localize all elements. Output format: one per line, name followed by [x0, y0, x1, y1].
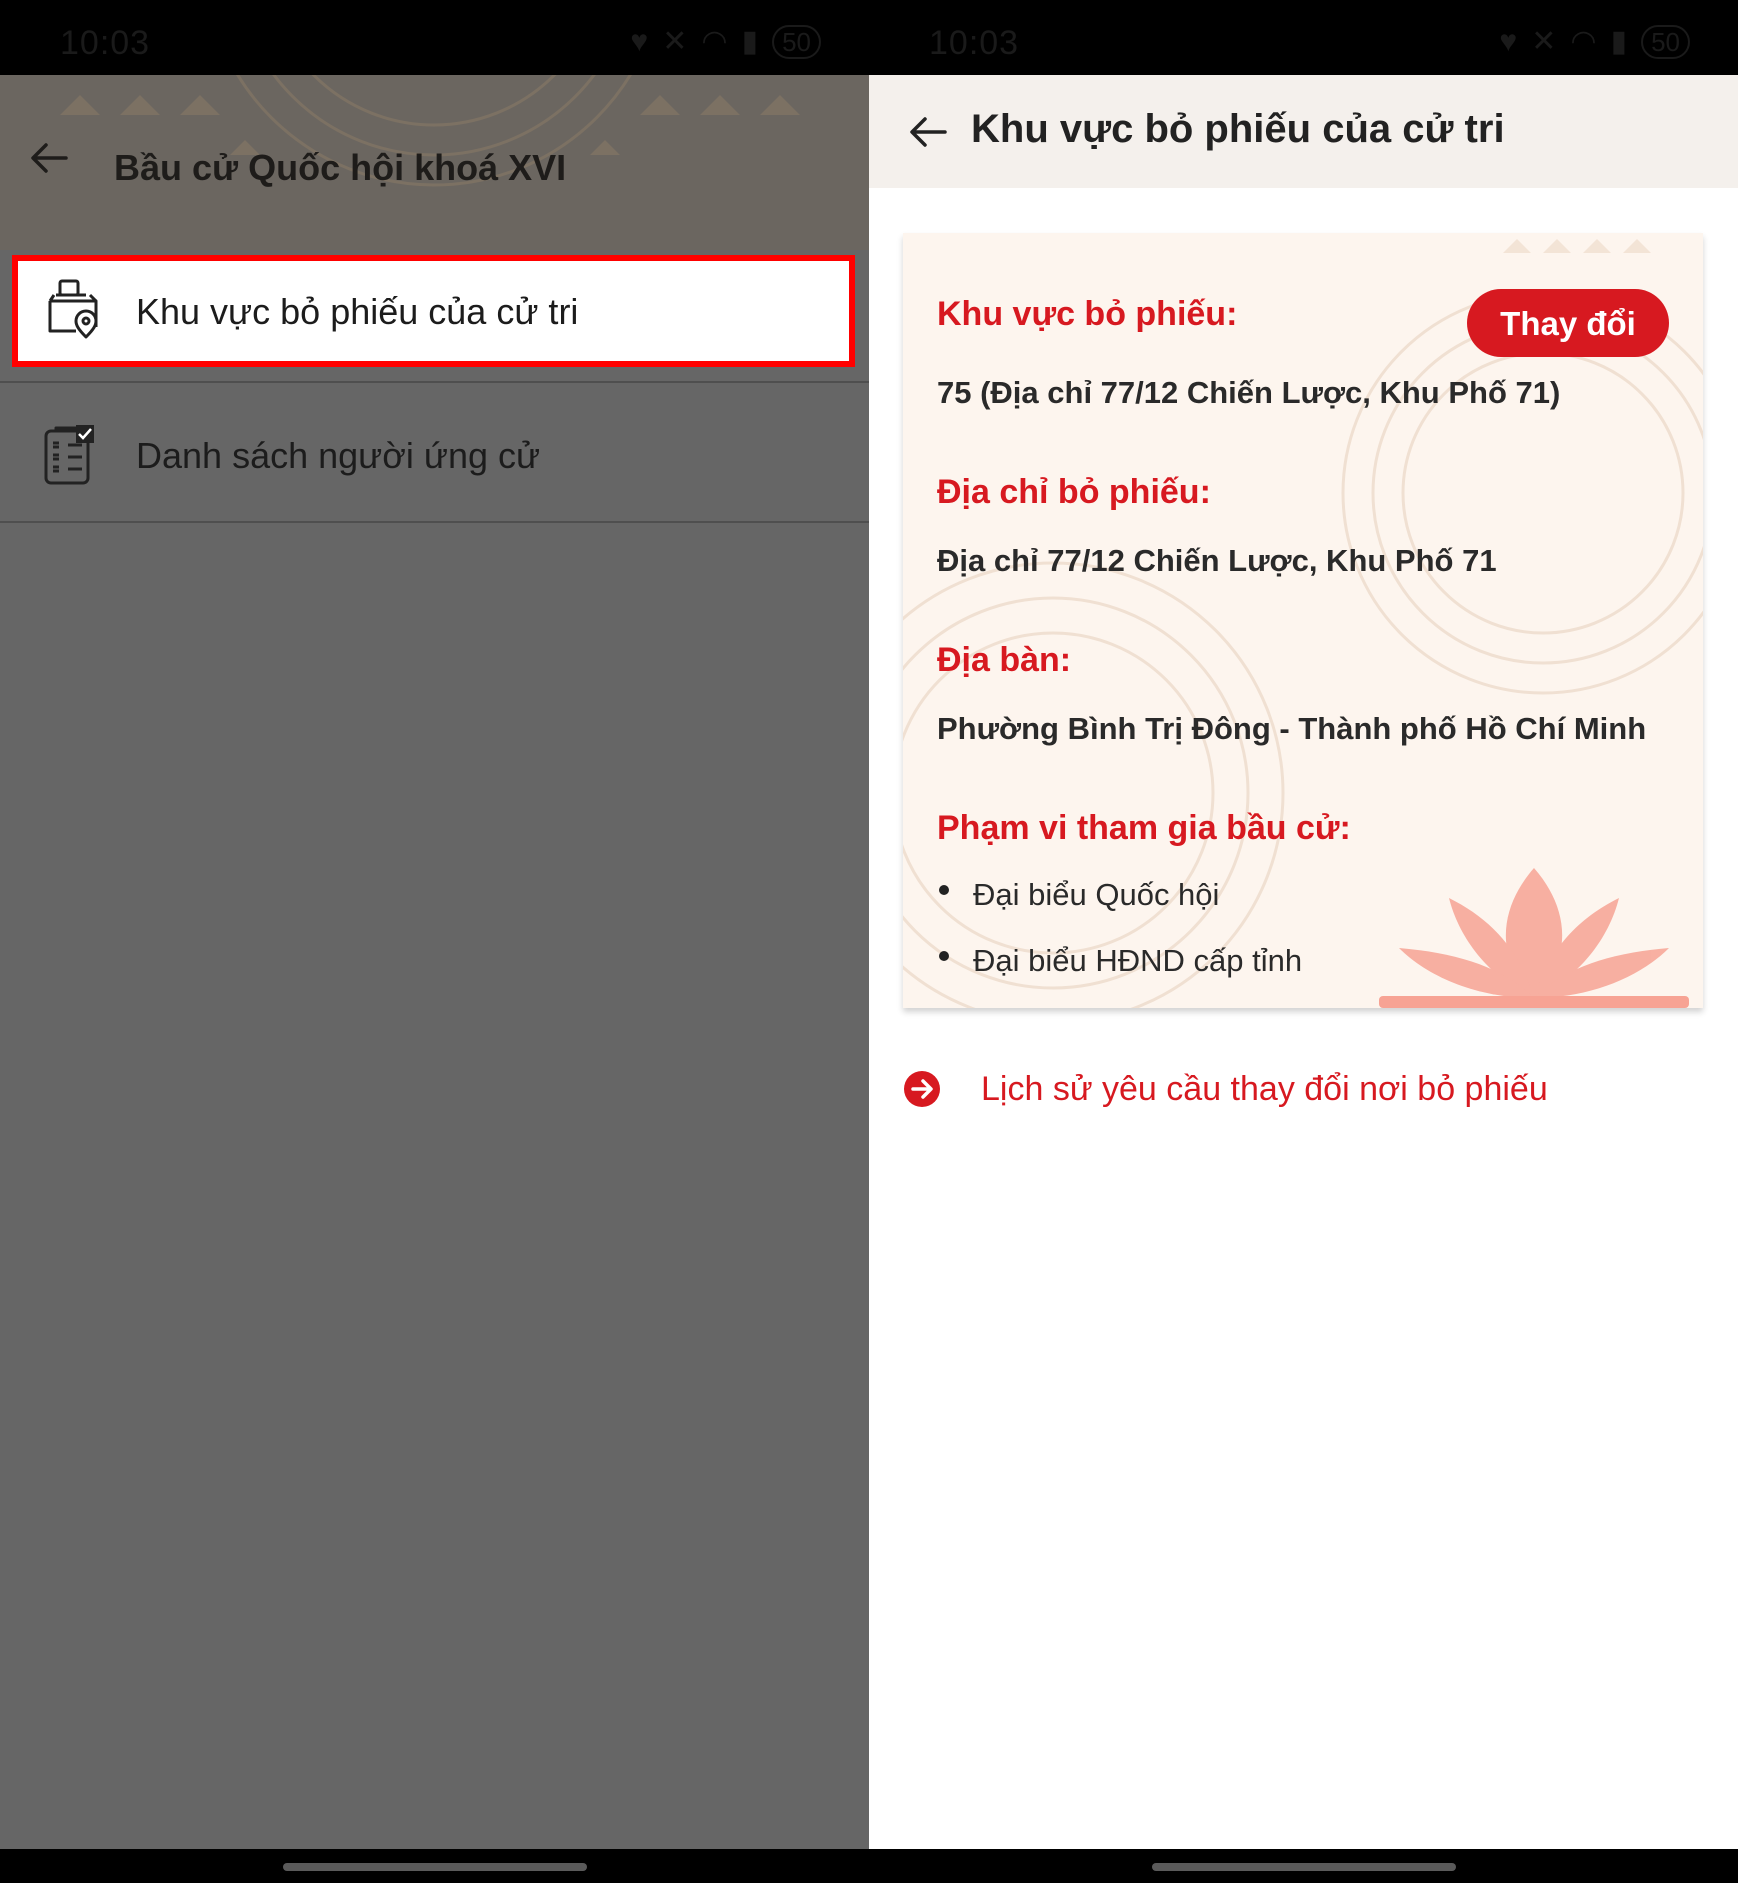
scope-item: Đại biểu HĐND cấp tỉnh: [973, 943, 1303, 978]
menu-label: Khu vực bỏ phiếu của cử tri: [136, 291, 579, 332]
back-arrow-icon[interactable]: [30, 141, 68, 175]
voting-info-card: Khu vực bỏ phiếu: Thay đổi 75 (Địa chỉ 7…: [903, 233, 1703, 1008]
voting-address-value: Địa chỉ 77/12 Chiến Lược, Khu Phố 71: [937, 543, 1497, 578]
status-icons: ♥ ✕ ◠ ▮ 50: [1499, 24, 1690, 59]
mute-icon: ✕: [1531, 25, 1557, 58]
left-header: Bầu cử Quốc hội khoá XVI: [0, 75, 869, 250]
scope-item: Đại biểu Quốc hội: [973, 877, 1220, 912]
page-title: Bầu cử Quốc hội khoá XVI: [114, 147, 567, 188]
voting-area-value: 75 (Địa chỉ 77/12 Chiến Lược, Khu Phố 71…: [937, 375, 1561, 410]
right-screen: 10:03 ♥ ✕ ◠ ▮ 50 Khu vực bỏ phiếu của cử…: [869, 0, 1738, 1883]
locality-value: Phường Bình Trị Đông - Thành phố Hồ Chí …: [937, 711, 1647, 746]
wifi-icon: ◠: [1570, 25, 1597, 58]
bullet-icon: [939, 885, 949, 895]
left-screen: 10:03 ♥ ✕ ◠ ▮ 50 Bầu cử Quốc hội khoá XV…: [0, 0, 869, 1883]
heart-icon: ♥: [630, 24, 649, 58]
history-link[interactable]: Lịch sử yêu cầu thay đổi nơi bỏ phiếu: [903, 1059, 1698, 1119]
battery-icon: 50: [772, 24, 821, 59]
signal-icon: ▮: [741, 25, 759, 58]
candidate-list-icon: [44, 425, 94, 485]
status-bar: 10:03 ♥ ✕ ◠ ▮ 50: [869, 0, 1738, 75]
navigation-bar: [0, 1849, 869, 1883]
home-indicator[interactable]: [282, 1863, 587, 1871]
right-body: Khu vực bỏ phiếu của cử tri Khu vực bỏ p…: [869, 75, 1738, 1849]
page-title: Khu vực bỏ phiếu của cử tri: [971, 107, 1505, 151]
divider: [0, 381, 869, 383]
heart-icon: ♥: [1499, 24, 1518, 58]
bullet-icon: [939, 951, 949, 961]
scope-label: Phạm vi tham gia bầu cử:: [937, 809, 1351, 847]
menu-item-voting-area[interactable]: Khu vực bỏ phiếu của cử tri: [12, 255, 855, 367]
mute-icon: ✕: [662, 25, 688, 58]
status-bar: 10:03 ♥ ✕ ◠ ▮ 50: [0, 0, 869, 75]
battery-icon: 50: [1641, 24, 1690, 59]
back-arrow-icon[interactable]: [909, 115, 947, 149]
menu-label: Danh sách người ứng cử: [136, 435, 541, 476]
ballot-box-location-icon: [48, 279, 98, 339]
locality-label: Địa bàn:: [937, 641, 1072, 679]
arrow-right-circle-icon: [904, 1071, 940, 1107]
navigation-bar: [869, 1849, 1738, 1883]
app-bar: Khu vực bỏ phiếu của cử tri: [869, 75, 1738, 188]
home-indicator[interactable]: [1151, 1863, 1456, 1871]
voting-address-label: Địa chỉ bỏ phiếu:: [937, 473, 1211, 511]
left-body-dimmed: Bầu cử Quốc hội khoá XVI Khu vực bỏ phiế…: [0, 75, 869, 1849]
wifi-icon: ◠: [701, 25, 728, 58]
lotus-icon: [1379, 868, 1689, 1008]
status-time: 10:03: [929, 24, 1020, 62]
voting-area-label: Khu vực bỏ phiếu:: [937, 295, 1238, 333]
status-time: 10:03: [60, 24, 151, 62]
signal-icon: ▮: [1610, 25, 1628, 58]
status-icons: ♥ ✕ ◠ ▮ 50: [630, 24, 821, 59]
history-link-label: Lịch sử yêu cầu thay đổi nơi bỏ phiếu: [981, 1069, 1548, 1108]
menu-item-candidates[interactable]: Danh sách người ứng cử: [0, 385, 869, 523]
change-button[interactable]: Thay đổi: [1467, 289, 1669, 357]
